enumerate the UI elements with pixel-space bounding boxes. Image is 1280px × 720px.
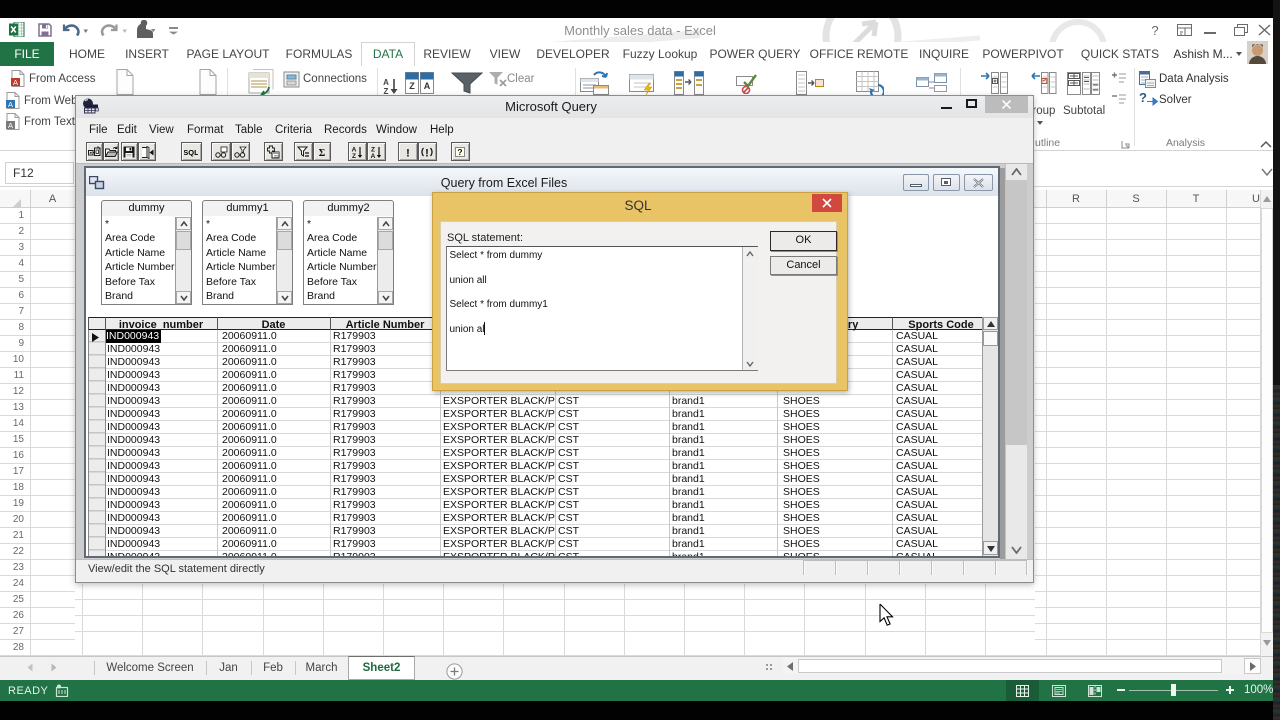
svg-text:A: A bbox=[8, 121, 13, 130]
svg-text:?: ? bbox=[458, 147, 463, 157]
svg-text:Σ: Σ bbox=[318, 148, 325, 159]
svg-text:Z: Z bbox=[352, 153, 356, 159]
svg-text:A: A bbox=[383, 78, 389, 87]
svg-text:A: A bbox=[8, 100, 13, 109]
svg-text:!: ! bbox=[425, 147, 429, 159]
svg-text:!: ! bbox=[406, 147, 410, 159]
svg-text:A: A bbox=[13, 78, 18, 87]
svg-text:A: A bbox=[371, 153, 376, 159]
svg-text:Z: Z bbox=[409, 81, 415, 91]
svg-text:SQL: SQL bbox=[184, 148, 198, 157]
svg-text:Z: Z bbox=[384, 87, 389, 95]
svg-text:A: A bbox=[424, 81, 431, 91]
